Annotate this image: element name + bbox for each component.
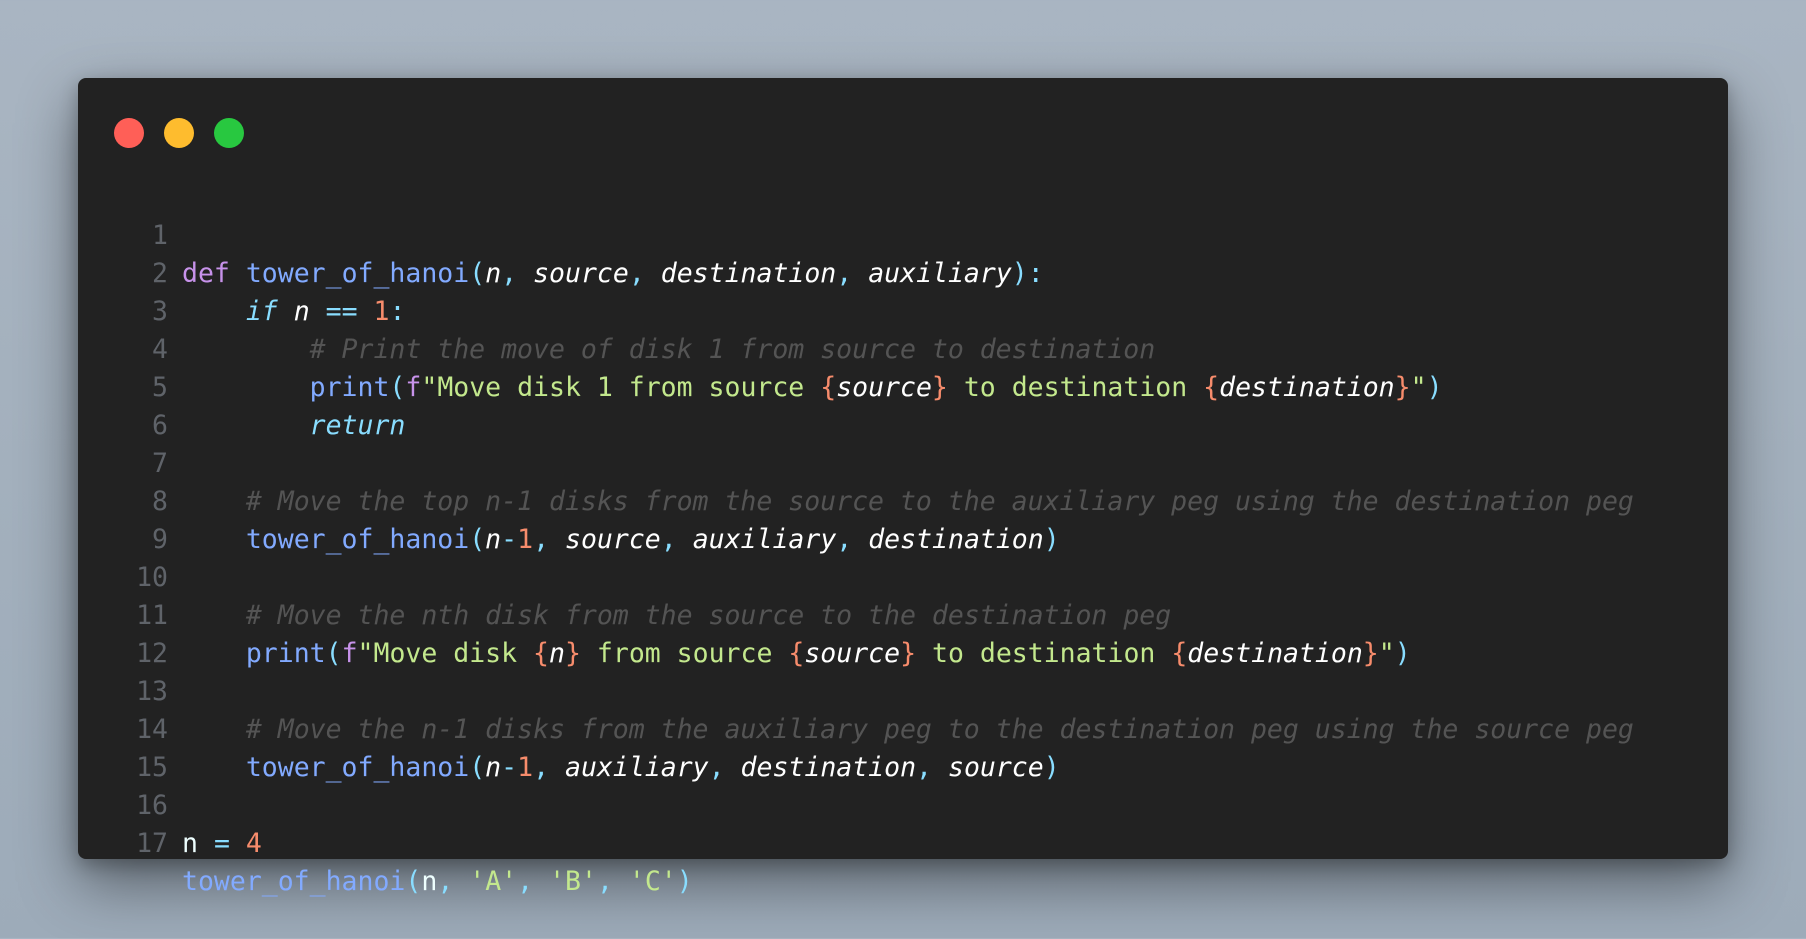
code-line: 13 # Move the n-1 disks from the auxilia… <box>78 635 1728 745</box>
code-line: 8 tower_of_hanoi(n-1, source, auxiliary,… <box>78 445 1728 555</box>
code-line: 6 <box>78 369 1728 441</box>
code-line: 1 def tower_of_hanoi(n, source, destinat… <box>78 179 1728 289</box>
code-line: 7 # Move the top n-1 disks from the sour… <box>78 407 1728 517</box>
code-line: 2 if n == 1: <box>78 217 1728 327</box>
maximize-button[interactable] <box>214 118 244 148</box>
code-line: 11 print(f"Move disk {n} from source {so… <box>78 559 1728 669</box>
minimize-button[interactable] <box>164 118 194 148</box>
close-button[interactable] <box>114 118 144 148</box>
code-line: 3 # Print the move of disk 1 from source… <box>78 255 1728 365</box>
code-line: 5 return <box>78 331 1728 441</box>
code-line: 17 tower_of_hanoi(n, 'A', 'B', 'C') <box>78 787 1728 897</box>
code-line: 10 # Move the nth disk from the source t… <box>78 521 1728 631</box>
window-controls <box>114 118 244 148</box>
line-content: n = 4 <box>182 828 262 859</box>
code-line: 9 <box>78 483 1728 555</box>
line-number: 17 <box>136 828 168 859</box>
line-content: tower_of_hanoi(n, 'A', 'B', 'C') <box>182 866 693 897</box>
code-line: 12 <box>78 597 1728 669</box>
code-line: 16 n = 4 <box>78 749 1728 859</box>
code-line: 14 tower_of_hanoi(n-1, auxiliary, destin… <box>78 673 1728 783</box>
code-line: 4 print(f"Move disk 1 from source {sourc… <box>78 293 1728 403</box>
code-window: 1 def tower_of_hanoi(n, source, destinat… <box>78 78 1728 897</box>
code-line: 15 <box>78 711 1728 783</box>
code-block: 1 def tower_of_hanoi(n, source, destinat… <box>78 179 1728 897</box>
